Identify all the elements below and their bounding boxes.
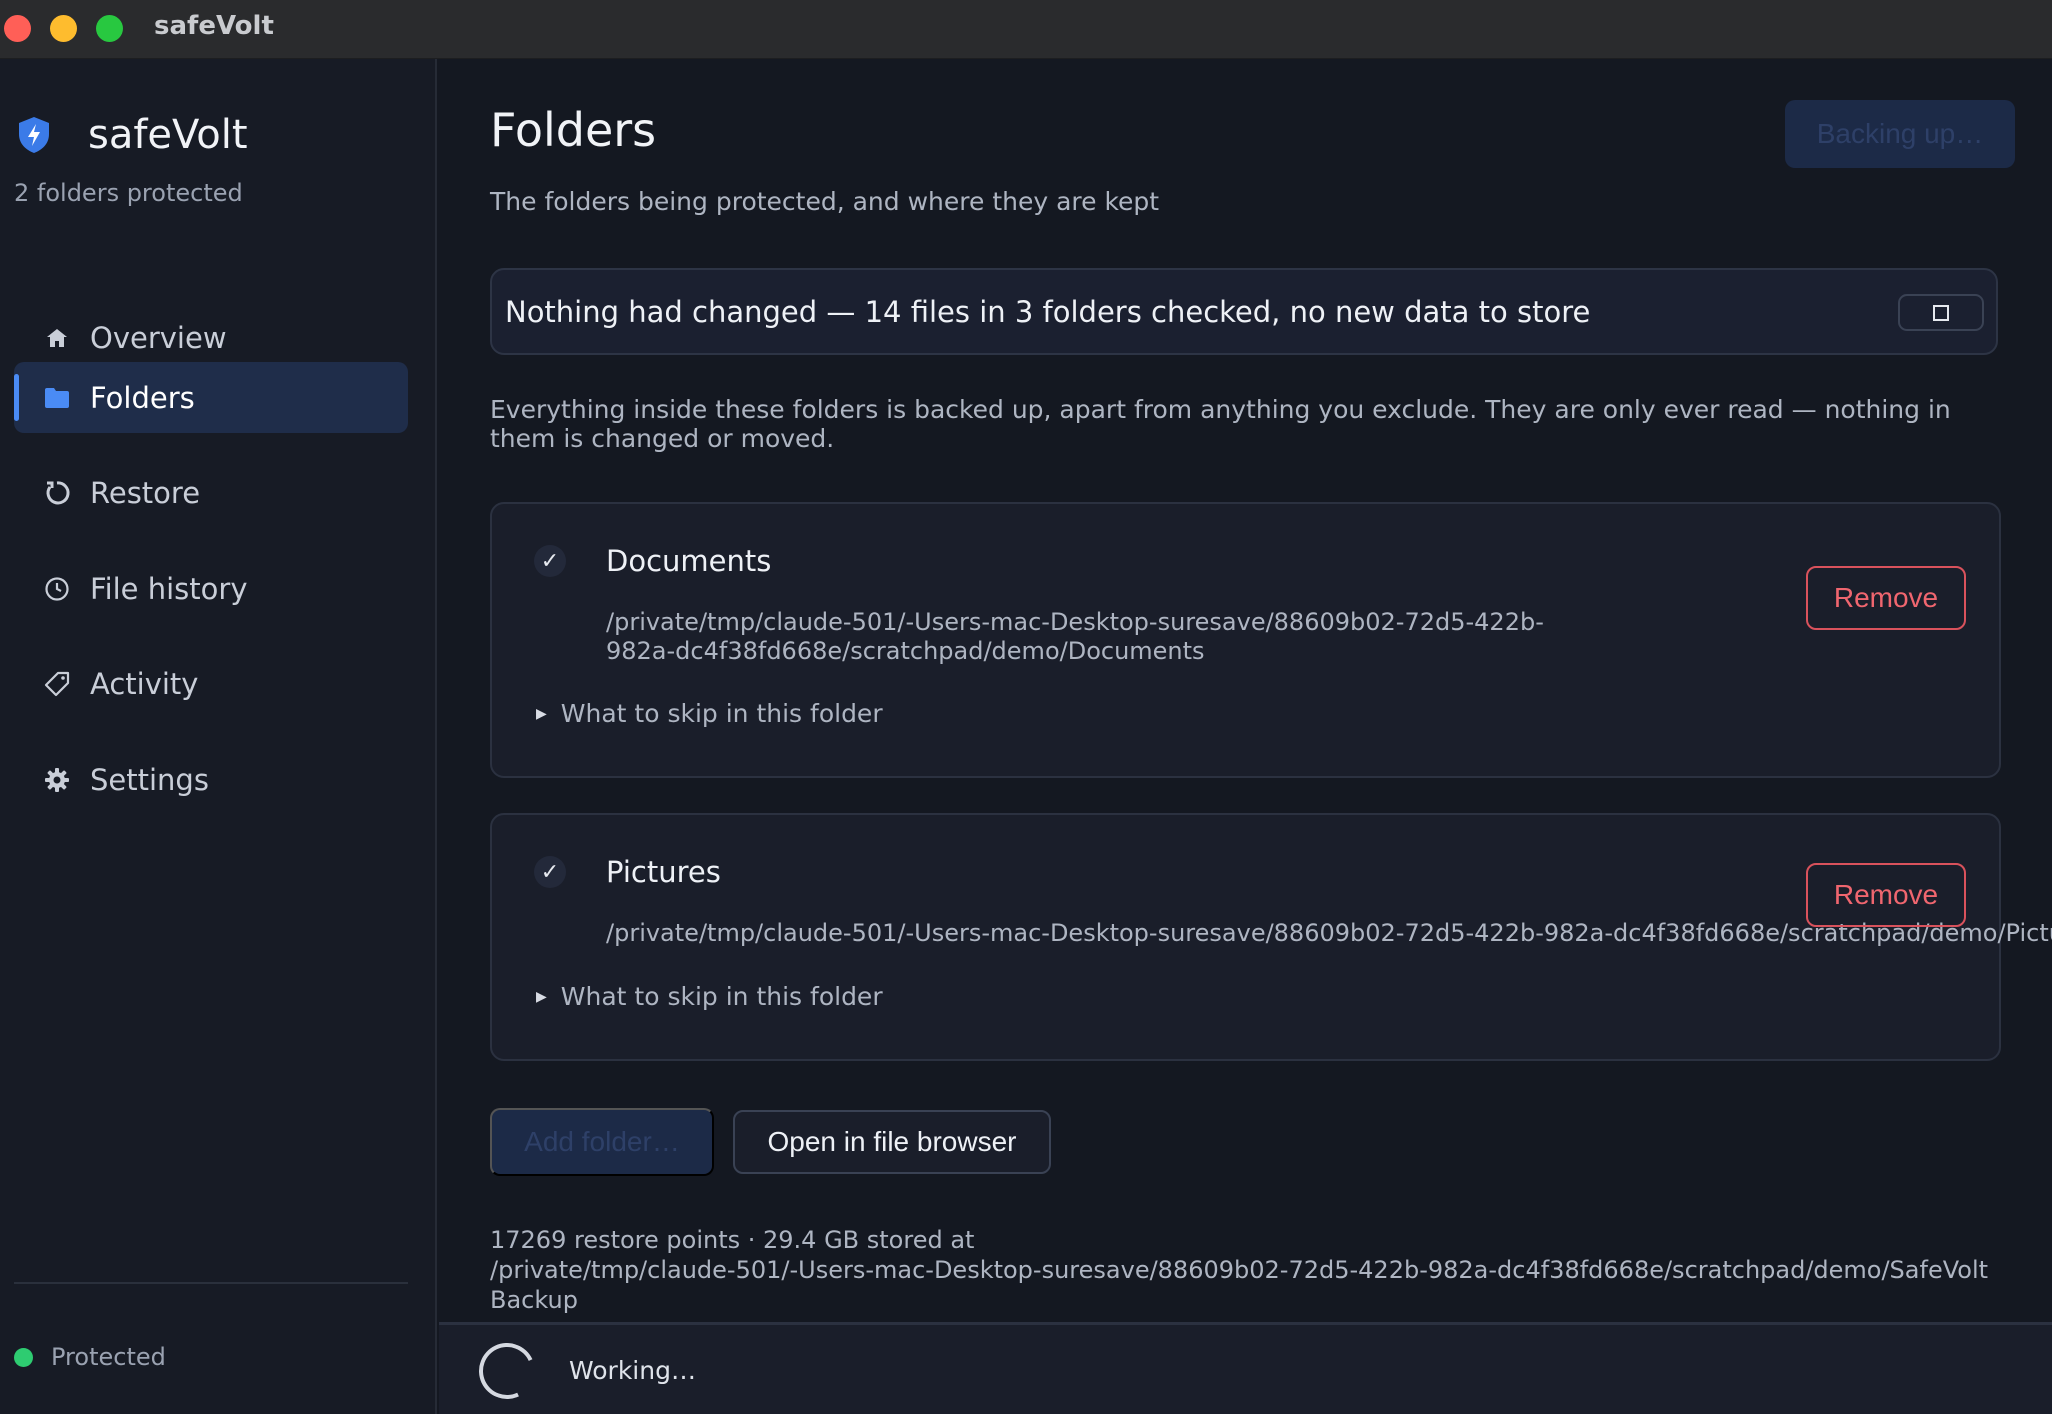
notice-dismiss-button[interactable] [1898, 294, 1984, 331]
sidebar-item-label: Settings [90, 762, 209, 797]
backup-location-path: /private/tmp/claude-501/-Users-mac-Deskt… [490, 1256, 1989, 1314]
gear-icon [42, 765, 72, 795]
sidebar-item-label: Overview [90, 320, 227, 355]
status-dot [14, 1347, 33, 1367]
window-minimize-button[interactable] [50, 15, 77, 42]
main-content: Folders The folders being protected, and… [439, 59, 2052, 1322]
spinner-icon [471, 1335, 543, 1407]
open-file-browser-button[interactable]: Open in file browser [733, 1110, 1051, 1174]
check-icon: ✓ [534, 545, 566, 577]
protection-status: Protected [14, 1343, 166, 1371]
protected-count: 2 folders protected [14, 179, 243, 207]
sidebar-item-file-history[interactable]: File history [14, 553, 408, 624]
sidebar-divider [14, 1282, 408, 1284]
sidebar-item-folders[interactable]: Folders [14, 362, 408, 433]
page-subtitle: The folders being protected, and where t… [490, 187, 1160, 216]
window-titlebar: safeVolt [0, 0, 2052, 59]
folder-name: Pictures [606, 855, 721, 889]
window-title: safeVolt [154, 11, 274, 41]
sidebar-item-label: Folders [90, 380, 195, 415]
sidebar: safeVolt 2 folders protected Overview Fo… [0, 59, 437, 1414]
status-label: Protected [51, 1343, 166, 1371]
sidebar-item-activity[interactable]: Activity [14, 648, 408, 719]
storage-summary: 17269 restore points · 29.4 GB stored at… [490, 1225, 2030, 1315]
working-label: Working… [569, 1356, 696, 1385]
sidebar-item-label: File history [90, 571, 248, 606]
remove-folder-button[interactable]: Remove [1806, 566, 1966, 630]
folder-card-documents: ✓ Documents /private/tmp/claude-501/-Use… [490, 502, 2001, 778]
home-icon [42, 323, 72, 353]
shield-bolt-icon [16, 115, 52, 155]
restore-points-summary: 17269 restore points · 29.4 GB stored at [490, 1226, 975, 1254]
clock-icon [42, 574, 72, 604]
sidebar-item-label: Restore [90, 475, 201, 510]
remove-folder-button[interactable]: Remove [1806, 863, 1966, 927]
window-maximize-button[interactable] [96, 15, 123, 42]
disclosure-triangle-icon: ▶ [536, 988, 547, 1005]
notice-text: Nothing had changed — 14 files in 3 fold… [505, 295, 1591, 329]
stop-icon [1933, 304, 1949, 321]
tag-icon [42, 669, 72, 699]
progress-bar-area: Working… [439, 1322, 2052, 1414]
page-title: Folders [490, 103, 657, 157]
folder-name: Documents [606, 544, 772, 578]
folder-path: /private/tmp/claude-501/-Users-mac-Deskt… [606, 608, 1544, 665]
folder-card-pictures: ✓ Pictures /private/tmp/claude-501/-User… [490, 813, 2052, 1061]
skip-rules-toggle[interactable]: ▶ What to skip in this folder [536, 982, 883, 1011]
brand: safeVolt [16, 107, 248, 163]
restore-icon [42, 478, 72, 508]
add-folder-button[interactable]: Add folder… [490, 1108, 714, 1176]
window-close-button[interactable] [4, 15, 31, 42]
backing-up-button[interactable]: Backing up… [1785, 100, 2015, 168]
sidebar-item-label: Activity [90, 666, 199, 701]
folder-icon [42, 383, 72, 413]
sidebar-item-settings[interactable]: Settings [14, 744, 408, 815]
folders-explanation: Everything inside these folders is backe… [490, 395, 1951, 453]
sidebar-item-restore[interactable]: Restore [14, 457, 408, 528]
brand-name: safeVolt [88, 112, 248, 158]
check-icon: ✓ [534, 856, 566, 888]
skip-rules-toggle[interactable]: ▶ What to skip in this folder [536, 699, 883, 728]
skip-rules-label: What to skip in this folder [560, 699, 883, 728]
disclosure-triangle-icon: ▶ [536, 705, 547, 722]
status-notice: Nothing had changed — 14 files in 3 fold… [490, 268, 1998, 355]
skip-rules-label: What to skip in this folder [560, 982, 883, 1011]
